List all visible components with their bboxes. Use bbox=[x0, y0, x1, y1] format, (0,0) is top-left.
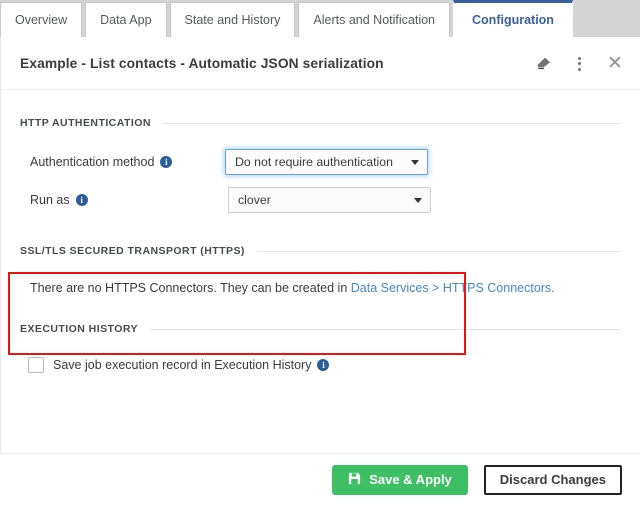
label-text: Authentication method bbox=[30, 155, 155, 169]
info-icon[interactable]: i bbox=[317, 359, 330, 371]
save-and-apply-button[interactable]: Save & Apply bbox=[332, 464, 468, 495]
section-header-ssl-tls: SSL/TLS SECURED TRANSPORT (HTTPS) bbox=[0, 245, 640, 257]
authentication-method-label: Authentication method i bbox=[30, 155, 225, 169]
field-row-authentication-method: Authentication method i Do not require a… bbox=[0, 149, 640, 175]
tab-label: State and History bbox=[184, 13, 281, 27]
save-execution-record-checkbox[interactable] bbox=[28, 357, 44, 373]
configuration-screen: Overview Data App State and History Aler… bbox=[0, 0, 640, 505]
label-text: Run as bbox=[30, 193, 70, 207]
kebab-dot bbox=[577, 67, 581, 71]
section-divider bbox=[149, 328, 620, 330]
select-value: clover bbox=[238, 193, 271, 207]
header-actions: ✕ bbox=[532, 37, 626, 90]
save-button-label: Save & Apply bbox=[369, 472, 452, 487]
close-glyph: ✕ bbox=[607, 53, 623, 74]
run-as-label: Run as i bbox=[30, 193, 228, 207]
https-connectors-message: There are no HTTPS Connectors. They can … bbox=[0, 281, 640, 295]
label-text: Save job execution record in Execution H… bbox=[53, 358, 312, 372]
tab-label: Overview bbox=[15, 13, 68, 27]
kebab-dot bbox=[577, 56, 581, 60]
panel-footer: Save & Apply Discard Changes bbox=[0, 453, 640, 505]
page-title: Example - List contacts - Automatic JSON… bbox=[20, 55, 384, 71]
tab-overview[interactable]: Overview bbox=[0, 2, 83, 37]
more-options-icon[interactable] bbox=[568, 53, 590, 75]
tab-configuration[interactable]: Configuration bbox=[453, 0, 573, 37]
tab-label: Configuration bbox=[472, 13, 554, 27]
discard-button-label: Discard Changes bbox=[499, 472, 606, 487]
tab-label: Data App bbox=[100, 13, 152, 27]
close-icon[interactable]: ✕ bbox=[604, 53, 626, 75]
select-value: Do not require authentication bbox=[235, 155, 393, 169]
https-connectors-link[interactable]: Data Services > HTTPS Connectors. bbox=[351, 281, 555, 295]
section-title: HTTP AUTHENTICATION bbox=[20, 117, 151, 129]
section-divider bbox=[256, 250, 620, 252]
tab-label: Alerts and Notification bbox=[313, 13, 436, 27]
authentication-method-select[interactable]: Do not require authentication bbox=[225, 149, 428, 175]
chevron-down-icon bbox=[414, 198, 422, 203]
tab-bar: Overview Data App State and History Aler… bbox=[0, 0, 640, 37]
section-header-http-authentication: HTTP AUTHENTICATION bbox=[0, 117, 640, 129]
discard-changes-button[interactable]: Discard Changes bbox=[483, 464, 622, 495]
kebab-dot bbox=[577, 62, 581, 65]
save-execution-record-label: Save job execution record in Execution H… bbox=[53, 358, 330, 372]
run-as-select[interactable]: clover bbox=[228, 187, 431, 213]
info-icon[interactable]: i bbox=[75, 194, 88, 206]
tab-alerts-and-notification[interactable]: Alerts and Notification bbox=[298, 2, 451, 37]
eraser-icon[interactable] bbox=[532, 53, 554, 75]
message-text: There are no HTTPS Connectors. They can … bbox=[30, 281, 351, 295]
chevron-down-icon bbox=[411, 160, 419, 165]
panel-header: Example - List contacts - Automatic JSON… bbox=[0, 37, 640, 90]
save-icon bbox=[348, 472, 361, 488]
execution-history-checkbox-row: Save job execution record in Execution H… bbox=[0, 357, 640, 373]
section-title: EXECUTION HISTORY bbox=[20, 323, 138, 335]
section-title: SSL/TLS SECURED TRANSPORT (HTTPS) bbox=[20, 245, 245, 257]
panel-body: HTTP AUTHENTICATION Authentication metho… bbox=[0, 117, 640, 479]
info-icon[interactable]: i bbox=[160, 156, 173, 168]
configuration-panel: Example - List contacts - Automatic JSON… bbox=[0, 37, 640, 505]
field-row-run-as: Run as i clover bbox=[0, 187, 640, 213]
section-header-execution-history: EXECUTION HISTORY bbox=[0, 323, 640, 335]
tab-data-app[interactable]: Data App bbox=[85, 2, 167, 37]
tab-state-and-history[interactable]: State and History bbox=[169, 2, 296, 37]
section-divider bbox=[162, 122, 620, 124]
